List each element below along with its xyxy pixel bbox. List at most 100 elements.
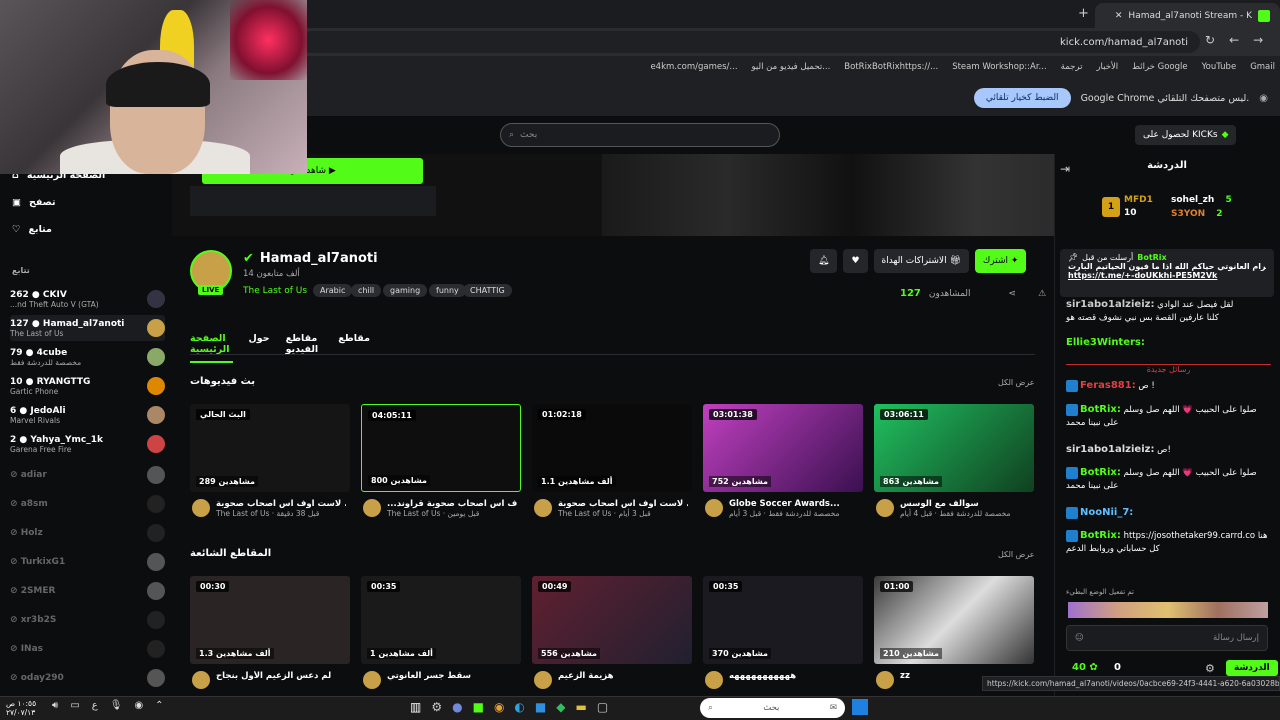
chat-username[interactable]: BotRix: [1080,467,1121,478]
discord-icon[interactable]: ● [452,700,462,714]
close-icon[interactable]: ✕ [1115,11,1123,21]
search-input[interactable]: ⌕ بحث [500,123,780,147]
vod-title[interactable]: Globe Soccer Awards... [729,499,859,509]
sidebar-channel-offline[interactable]: ⊘ INas [10,636,165,662]
bookmark-item[interactable]: الأخبار [1096,62,1118,72]
bookmark-item[interactable]: YouTube [1202,62,1237,72]
collapse-chat-icon[interactable]: ⇥ [1060,162,1070,176]
sidebar-channel-offline[interactable]: ⊘ 2SMER [10,578,165,604]
chat-input[interactable]: ☺ إرسال رسالة [1066,625,1268,651]
bookmark-item[interactable]: تحميل فيديو من اليو... [752,62,831,72]
pinned-message[interactable]: 📌︎أرسلت من قبلBotRix هذا تلقرام العانوتي… [1060,249,1274,297]
xbox-icon[interactable]: ■ [473,700,484,714]
notification-button[interactable]: 🔔︎ [810,249,838,273]
clip-title[interactable]: سقط جسر العانوتي [387,671,517,689]
chat-username[interactable]: sir1abo1alzieiz: [1066,299,1154,310]
sidebar-channel-offline[interactable]: ⊘ Holz [10,520,165,546]
chat-username[interactable]: Ellie3Winters: [1066,337,1145,348]
settings-icon[interactable]: ⚙ [431,700,442,714]
chat-username[interactable]: BotRix: [1080,404,1121,415]
gift-subs-button[interactable]: الاشتراكات الهداة 🎁︎ [873,249,969,273]
taskbar-search[interactable]: ⌕ بحث ✉ [700,698,845,718]
clip-title[interactable]: لم دعس الزعيم الأول بنجاح [216,671,346,689]
vpn-icon[interactable]: ◉ [134,700,143,711]
files-icon[interactable]: ■ [535,700,546,714]
tag-pill[interactable]: funny [429,284,466,297]
emoji-icon[interactable]: ☺ [1075,633,1084,643]
clip-thumbnail[interactable]: 01:00 210 مشاهدين [874,576,1034,664]
clip-title[interactable]: هههههههههههه [729,671,859,689]
sidebar-channel-hamad[interactable]: 127 ● Hamad_al7anoti The Last of Us [10,315,165,341]
sidebar-channel-4cube[interactable]: 79 ● 4cube مخصصة للدردشة فقط [10,344,165,370]
vod-thumbnail[interactable]: 01:02:18 1.1 ألف مشاهدين [532,404,692,492]
sidebar-channel-offline[interactable]: ⊘ adiar [10,462,165,488]
vod-thumbnail[interactable]: 03:01:38 752 مشاهدين [703,404,863,492]
network-icon[interactable]: ▭ [70,700,79,711]
taskview-icon[interactable]: ▢ [597,700,608,714]
back-icon[interactable]: ← [1229,33,1239,47]
bookmark-item[interactable]: BotRixBotRixhttps://... [844,62,938,72]
clip-thumbnail[interactable]: 00:35 370 مشاهدين [703,576,863,664]
store-icon[interactable]: ◆ [556,700,565,714]
nav-following[interactable]: ♡ متابع [12,224,52,235]
sidebar-channel-offline[interactable]: ⊘ oday290 [10,665,165,691]
follow-button[interactable]: ♥ [843,249,868,273]
vod-title[interactable]: لاست اوف اس اصحاب صحوبة ... [216,499,346,509]
vod-title[interactable]: لاست اوف اس اصحاب صحوبة ... [558,499,688,509]
subscribe-button[interactable]: اشترك ✦ [974,249,1027,273]
tab-clips[interactable]: مقاطع [338,333,370,363]
new-tab-button[interactable]: + [1078,6,1089,21]
chat-username[interactable]: sir1abo1alzieiz: [1066,444,1154,455]
vod-thumbnail[interactable]: 04:05:11 800 مشاهدين [361,404,521,492]
edge-icon[interactable]: ◐ [514,700,524,714]
clock[interactable]: ١٠:٥٥ ص ٢٧/٠٧/١٣ [6,699,36,717]
vod-thumbnail[interactable]: البث الحالي 289 مشاهدين [190,404,350,492]
reload-icon[interactable]: ↻ [1205,33,1215,47]
tag-pill[interactable]: gaming [383,284,428,297]
view-all-clips-link[interactable]: عرض الكل [998,550,1035,559]
chat-username[interactable]: BotRix: [1080,530,1121,541]
folder-icon[interactable]: ▬ [575,700,586,714]
tab-about[interactable]: حول [249,333,270,363]
vod-thumbnail[interactable]: 03:06:11 863 مشاهدين [874,404,1034,492]
bookmark-item[interactable]: خرائط Google [1132,62,1187,72]
tab-home[interactable]: الصفحة الرئيسية [190,333,233,363]
pinned-link[interactable]: https://t.me/+-doUKkhi-PE5M2Vk [1068,271,1266,280]
app-icon[interactable]: ▥ [410,700,421,714]
active-tab[interactable]: ✕ Hamad_al7anoti Stream - K [1095,3,1280,28]
chrome-icon[interactable]: ◉ [494,700,504,714]
sidebar-channel-jedoali[interactable]: 6 ● JedoAli Marvel Rivals [10,402,165,428]
send-chat-button[interactable]: الدردشة [1226,660,1278,676]
settings-gear-icon[interactable]: ⚙ [1205,662,1215,675]
tag-pill[interactable]: Arabic [313,284,353,297]
windows-start-icon[interactable] [852,699,868,715]
tab-videos[interactable]: مقاطع الفيديو [286,333,323,363]
kicks-balance[interactable]: 0 [1114,662,1121,673]
clip-thumbnail[interactable]: 00:30 1.3 ألف مشاهدين [190,576,350,664]
volume-icon[interactable]: 🔊︎ [52,700,58,711]
report-icon[interactable]: ⚠ [1038,289,1046,299]
vod-title[interactable]: سوالف مع الوسس [900,499,1030,509]
view-all-vods-link[interactable]: عرض الكل [998,378,1035,387]
chat-username[interactable]: Feras881: [1080,380,1136,391]
tag-pill[interactable]: chill [351,284,382,297]
tag-pill[interactable]: CHATTIG [463,284,512,297]
bookmark-item[interactable]: Gmail [1250,62,1275,72]
language-icon[interactable]: ع [92,700,98,711]
url-field[interactable]: kick.com/hamad_al7anoti [300,31,1200,53]
sidebar-channel-offline[interactable]: ⊘ TurkixG1 [10,549,165,575]
nav-browse[interactable]: ▣ تصفح [12,197,56,208]
clip-thumbnail[interactable]: 00:49 556 مشاهدين [532,576,692,664]
sidebar-channel-ryangttg[interactable]: 10 ● RYANGTTG Gartic Phone [10,373,165,399]
sidebar-channel-ckiv[interactable]: 262 ● CKIV ...nd Theft Auto V (GTA) [10,286,165,312]
mic-icon[interactable]: 🎙︎ [110,700,123,711]
sidebar-channel-yahya[interactable]: 2 ● Yahya_Ymc_1k Garena Free Fire [10,431,165,457]
get-kicks-button[interactable]: لحصول على KICKs ◆ [1135,125,1237,145]
bookmark-item[interactable]: e4km.com/games/... [650,62,737,72]
vod-title[interactable]: ...ف اس اصحاب صحوبة قراوند [387,499,517,509]
emote-strip[interactable] [1068,602,1268,618]
clip-thumbnail[interactable]: 00:35 1 ألف مشاهدين [361,576,521,664]
clip-title[interactable]: هزيمة الزعيم [558,671,688,689]
channel-points[interactable]: 40 ✿ [1072,662,1098,673]
chevron-up-icon[interactable]: ⌃ [155,700,163,711]
